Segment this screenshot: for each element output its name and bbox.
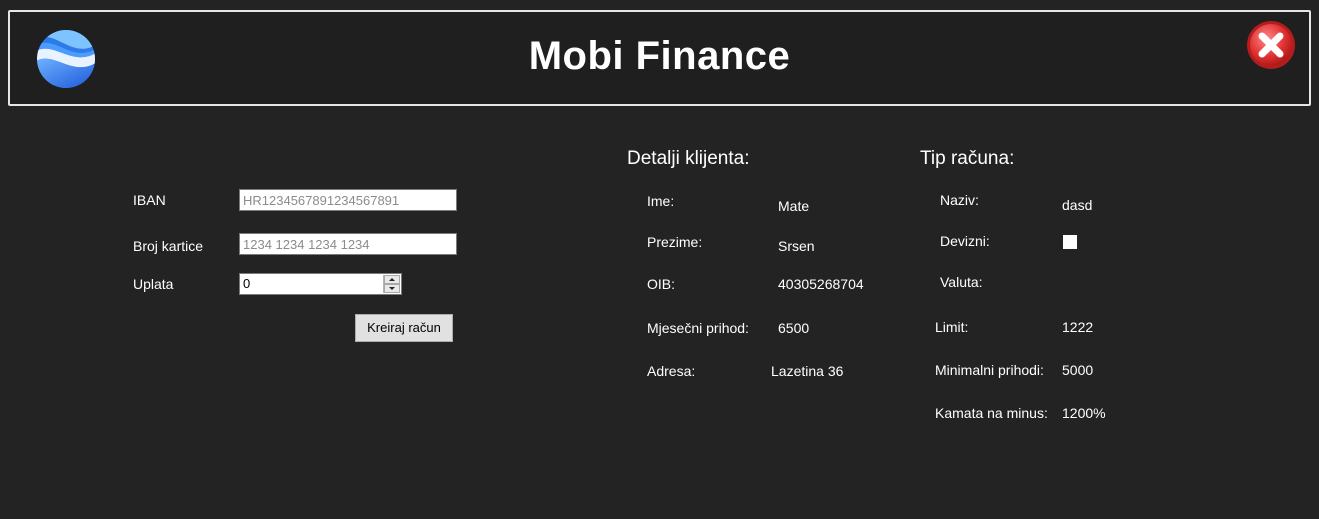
min-income-label: Minimalni prihodi: <box>935 362 1044 378</box>
account-type-title: Tip računa: <box>920 148 1015 169</box>
close-icon[interactable] <box>1245 19 1297 71</box>
interest-value: 1200% <box>1062 405 1106 421</box>
spin-up-button[interactable] <box>384 275 400 284</box>
account-name-label: Naziv: <box>940 192 979 208</box>
client-address-value: Lazetina 36 <box>771 363 844 379</box>
client-oib-label: OIB: <box>647 276 676 292</box>
client-address-label: Adresa: <box>647 363 696 379</box>
client-name-label: Ime: <box>647 193 675 209</box>
iban-label: IBAN <box>133 192 166 208</box>
limit-value: 1222 <box>1062 319 1094 335</box>
iban-input[interactable] <box>239 189 457 211</box>
main-window: Mobi Finance IBAN Broj kartice Uplata 0 … <box>0 0 1319 519</box>
foreign-currency-checkbox[interactable] <box>1063 235 1077 249</box>
card-number-label: Broj kartice <box>133 238 204 254</box>
account-name-value: dasd <box>1062 197 1093 213</box>
currency-label: Valuta: <box>940 274 983 290</box>
payment-numeric-input[interactable]: 0 <box>239 273 402 295</box>
spin-down-button[interactable] <box>384 284 400 293</box>
client-income-label: Mjesečni prihod: <box>647 320 749 336</box>
client-surname-label: Prezime: <box>647 234 703 250</box>
client-income-value: 6500 <box>778 320 810 336</box>
card-number-input[interactable] <box>239 233 457 255</box>
payment-value: 0 <box>243 276 251 291</box>
create-account-button[interactable]: Kreiraj račun <box>355 314 453 342</box>
payment-label: Uplata <box>133 276 174 292</box>
client-details-title: Detalji klijenta: <box>627 148 750 169</box>
min-income-value: 5000 <box>1062 362 1094 378</box>
header-bar: Mobi Finance <box>8 10 1311 106</box>
app-title: Mobi Finance <box>528 34 791 78</box>
spinner[interactable] <box>383 275 400 293</box>
foreign-currency-label: Devizni: <box>940 233 990 249</box>
limit-label: Limit: <box>935 319 969 335</box>
interest-label: Kamata na minus: <box>935 405 1048 421</box>
client-surname-value: Srsen <box>778 238 815 254</box>
client-name-value: Mate <box>778 198 810 214</box>
client-oib-value: 40305268704 <box>778 276 864 292</box>
